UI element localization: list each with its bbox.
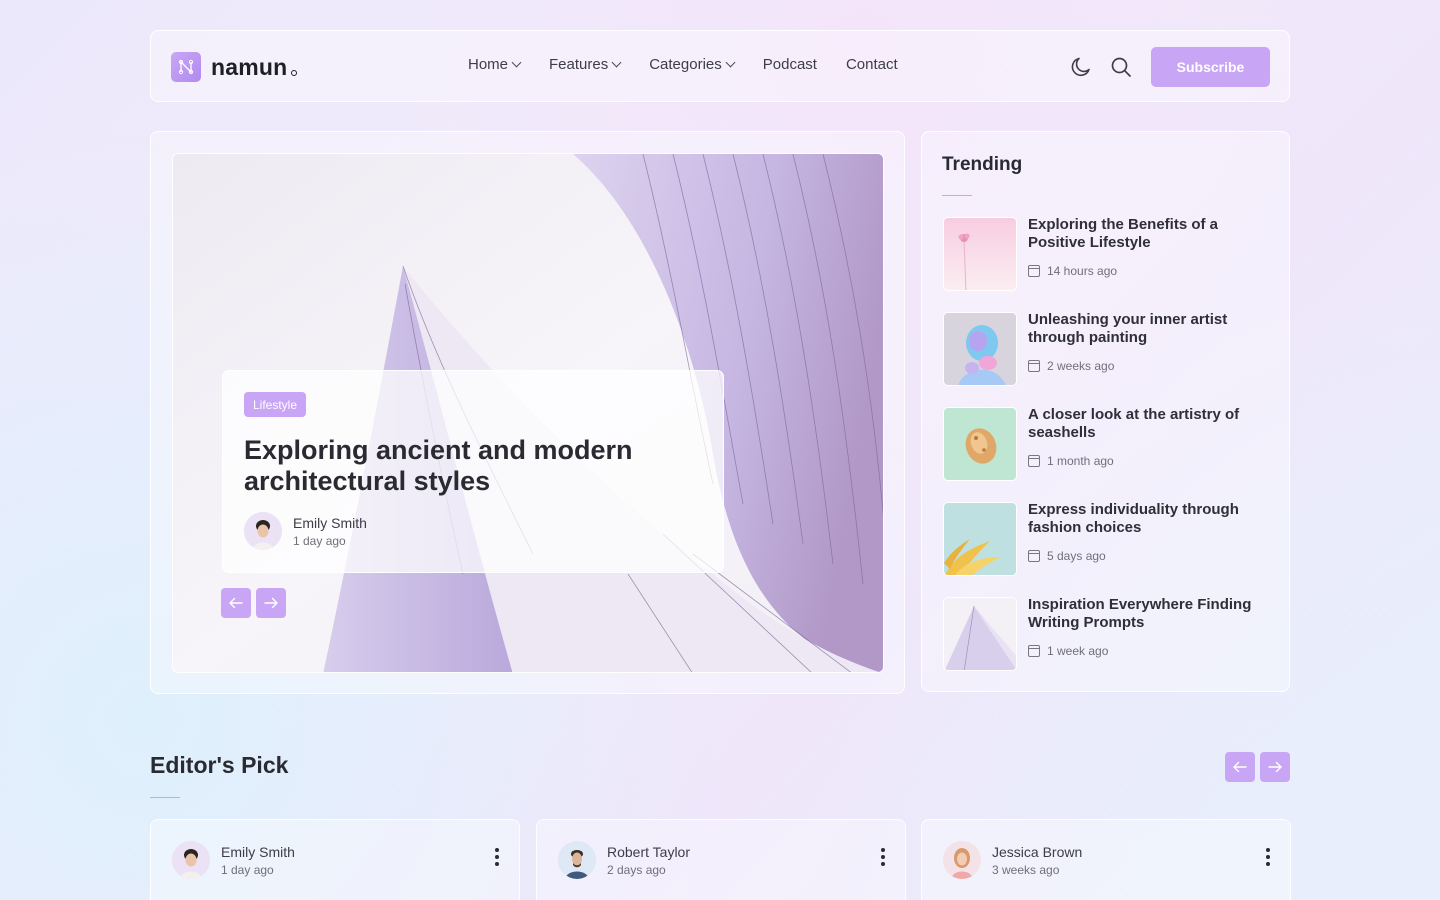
- hero-title[interactable]: Exploring ancient and modern architectur…: [244, 435, 664, 497]
- trending-item-meta: 5 days ago: [1028, 549, 1106, 563]
- post-time: 1 day ago: [221, 862, 274, 877]
- editors-pick-prev-button[interactable]: [1225, 752, 1255, 782]
- brand-dot: [291, 69, 298, 76]
- nav-label: Features: [549, 56, 609, 73]
- editors-pick-card[interactable]: Jessica Brown 3 weeks ago: [921, 819, 1291, 900]
- avatar: [244, 512, 282, 550]
- trending-item-title[interactable]: Unleashing your inner artist through pai…: [1028, 311, 1268, 347]
- monogram-n-icon: [171, 52, 201, 82]
- arrow-left-icon: [229, 597, 243, 609]
- trending-item-title[interactable]: Exploring the Benefits of a Positive Lif…: [1028, 216, 1268, 252]
- more-options-icon[interactable]: [1266, 848, 1270, 866]
- author-name[interactable]: Robert Taylor: [607, 844, 690, 860]
- arrow-right-icon: [264, 597, 278, 609]
- title-underline: [942, 195, 972, 196]
- nav-label: Contact: [845, 56, 898, 73]
- nav-item-home[interactable]: Home: [468, 56, 522, 73]
- logo[interactable]: namun: [171, 52, 298, 82]
- thumbnail-fashion[interactable]: [943, 502, 1017, 576]
- arrow-right-icon: [1268, 761, 1282, 773]
- trending-item[interactable]: A closer look at the artistry of seashel…: [943, 406, 1273, 481]
- featured-post: Lifestyle Exploring ancient and modern a…: [150, 131, 905, 694]
- trending-item[interactable]: Express individuality through fashion ch…: [943, 501, 1273, 576]
- post-time: 5 days ago: [1047, 549, 1106, 563]
- calendar-icon: [1028, 550, 1040, 562]
- calendar-icon: [1028, 645, 1040, 657]
- nav-item-podcast[interactable]: Podcast: [763, 56, 817, 73]
- more-options-icon[interactable]: [495, 848, 499, 866]
- editors-pick-next-button[interactable]: [1260, 752, 1290, 782]
- author-name[interactable]: Jessica Brown: [992, 844, 1082, 860]
- chevron-down-icon: [611, 57, 622, 68]
- post-time: 2 days ago: [607, 862, 666, 877]
- thumbnail-seashell[interactable]: [943, 407, 1017, 481]
- nav-item-features[interactable]: Features: [549, 56, 622, 73]
- editors-pick-title: Editor's Pick: [150, 752, 289, 778]
- thumbnail-flower[interactable]: [943, 217, 1017, 291]
- trending-item[interactable]: Exploring the Benefits of a Positive Lif…: [943, 216, 1273, 291]
- nav-item-categories[interactable]: Categories: [649, 56, 736, 73]
- hero-author: Emily Smith 1 day ago: [244, 512, 367, 550]
- nav-item-contact[interactable]: Contact: [846, 56, 898, 73]
- subscribe-button[interactable]: Subscribe: [1151, 47, 1270, 87]
- card-author: Jessica Brown 3 weeks ago: [943, 841, 1082, 879]
- hero-next-button[interactable]: [256, 588, 286, 618]
- title-underline: [150, 797, 180, 798]
- post-time: 3 weeks ago: [992, 862, 1060, 877]
- nav-label: Home: [468, 56, 509, 73]
- card-author: Robert Taylor 2 days ago: [558, 841, 690, 879]
- editors-pick-card[interactable]: Emily Smith 1 day ago: [150, 819, 520, 900]
- trending-item-meta: 1 week ago: [1028, 644, 1108, 658]
- moon-icon[interactable]: [1069, 55, 1093, 79]
- chevron-down-icon: [511, 57, 522, 68]
- post-time: 1 day ago: [293, 533, 346, 548]
- calendar-icon: [1028, 455, 1040, 467]
- hero-card[interactable]: Lifestyle Exploring ancient and modern a…: [222, 370, 724, 573]
- card-author: Emily Smith 1 day ago: [172, 841, 295, 879]
- avatar: [558, 841, 596, 879]
- trending-item[interactable]: Unleashing your inner artist through pai…: [943, 311, 1273, 386]
- category-tag[interactable]: Lifestyle: [244, 392, 307, 417]
- author-name[interactable]: Emily Smith: [293, 515, 367, 531]
- trending-item-title[interactable]: Inspiration Everywhere Finding Writing P…: [1028, 596, 1268, 632]
- site-header: namun Home Features Categories Podcast C…: [150, 30, 1290, 102]
- chevron-down-icon: [725, 57, 736, 68]
- more-options-icon[interactable]: [881, 848, 885, 866]
- nav-label: Podcast: [762, 56, 817, 73]
- trending-panel: Trending Exploring the Benefits of a Pos…: [921, 131, 1290, 692]
- trending-item[interactable]: Inspiration Everywhere Finding Writing P…: [943, 596, 1273, 671]
- trending-item-title[interactable]: A closer look at the artistry of seashel…: [1028, 406, 1268, 442]
- trending-item-title[interactable]: Express individuality through fashion ch…: [1028, 501, 1268, 537]
- post-time: 1 week ago: [1047, 644, 1109, 658]
- trending-title: Trending: [942, 154, 1023, 175]
- arrow-left-icon: [1233, 761, 1247, 773]
- editors-pick-card[interactable]: Robert Taylor 2 days ago: [536, 819, 906, 900]
- post-time: 14 hours ago: [1047, 264, 1118, 278]
- avatar: [172, 841, 210, 879]
- search-icon[interactable]: [1109, 55, 1133, 79]
- main-nav: Home Features Categories Podcast Contact: [468, 56, 927, 73]
- trending-item-meta: 14 hours ago: [1028, 264, 1117, 278]
- avatar: [943, 841, 981, 879]
- post-time: 2 weeks ago: [1047, 359, 1115, 373]
- trending-item-meta: 2 weeks ago: [1028, 359, 1114, 373]
- thumbnail-architecture[interactable]: [943, 597, 1017, 671]
- brand-name: namun: [211, 54, 298, 81]
- calendar-icon: [1028, 265, 1040, 277]
- author-name[interactable]: Emily Smith: [221, 844, 295, 860]
- thumbnail-painting[interactable]: [943, 312, 1017, 386]
- nav-label: Categories: [649, 56, 722, 73]
- hero-prev-button[interactable]: [221, 588, 251, 618]
- trending-item-meta: 1 month ago: [1028, 454, 1114, 468]
- post-time: 1 month ago: [1047, 454, 1114, 468]
- calendar-icon: [1028, 360, 1040, 372]
